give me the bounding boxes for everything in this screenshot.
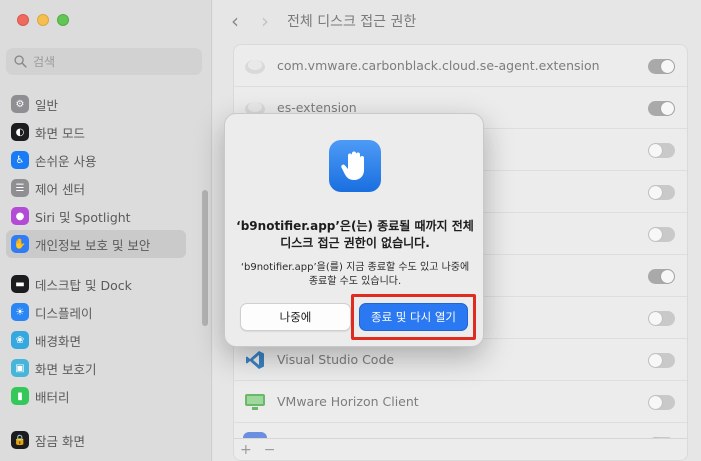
sidebar-item[interactable]: ☀ 디스플레이: [6, 298, 186, 326]
sidebar-item[interactable]: ▣ 화면 보호기: [6, 354, 186, 382]
sidebar-item-label: 배경화면: [35, 333, 82, 349]
extension-icon: [243, 54, 267, 78]
dialog-message: ‘b9notifier.app’을(를) 지금 종료할 수도 있고 나중에 종료…: [240, 262, 470, 287]
access-toggle[interactable]: [648, 311, 675, 326]
vmware-horizon-icon: [243, 390, 267, 414]
quit-and-reopen-button[interactable]: 종료 및 다시 열기: [359, 303, 468, 331]
access-toggle[interactable]: [648, 227, 675, 242]
app-name: Visual Studio Code: [277, 352, 395, 367]
sidebar: ⚙ 일반 ◐ 화면 모드 ♿ 손쉬운 사용 ☰ 제어 센터 ● Siri 및 Spotlight ✋…: [0, 0, 212, 461]
search-icon: [14, 55, 27, 68]
search-input[interactable]: [33, 54, 193, 69]
sidebar-item[interactable]: ▬ 데스크탑 및 Dock: [6, 270, 186, 298]
hand-icon: [329, 140, 381, 192]
appearance-icon: ◐: [11, 123, 29, 141]
app-name: com.vmware.carbonblack.cloud.se-agent.ex…: [277, 58, 600, 73]
minimize-button[interactable]: [37, 14, 49, 26]
sidebar-item-label: 손쉬운 사용: [35, 153, 97, 169]
access-toggle[interactable]: [648, 143, 675, 158]
app-name: VMware Horizon Client: [277, 394, 419, 409]
display-icon: ☀: [11, 303, 29, 321]
sidebar-item[interactable]: ☰ 제어 센터: [6, 174, 186, 202]
alert-dialog: ‘b9notifier.app’은(는) 종료될 때까지 전체 디스크 접근 권…: [224, 113, 484, 347]
gear-icon: ⚙: [11, 95, 29, 113]
page-title: 전체 디스크 접근 권한: [287, 14, 417, 30]
sidebar-item[interactable]: ▮ 배터리: [6, 382, 186, 410]
lock-icon: 🔒: [11, 431, 29, 449]
siri-icon: ●: [11, 207, 29, 225]
sidebar-item[interactable]: ♿ 손쉬운 사용: [6, 146, 186, 174]
sidebar-item-label: Siri 및 Spotlight: [35, 209, 131, 225]
sidebar-item[interactable]: ✋ 개인정보 보호 및 보안: [6, 230, 186, 258]
sidebar-item-label: 화면 모드: [35, 125, 85, 141]
sidebar-item-label: 디스플레이: [35, 305, 93, 321]
sidebar-item-label: 잠금 화면: [35, 433, 85, 449]
sidebar-item-label: 화면 보호기: [35, 361, 97, 377]
zoom-button[interactable]: [57, 14, 69, 26]
list-item[interactable]: VMware Horizon Client: [234, 381, 687, 423]
dialog-title: ‘b9notifier.app’은(는) 종료될 때까지 전체 디스크 접근 권…: [236, 219, 474, 250]
window-controls: [17, 14, 69, 26]
sidebar-item[interactable]: ❀ 배경화면: [6, 326, 186, 354]
sidebar-item-label: 개인정보 보호 및 보안: [35, 237, 151, 253]
accessibility-icon: ♿: [11, 151, 29, 169]
access-toggle[interactable]: [648, 269, 675, 284]
forward-button[interactable]: ›: [261, 11, 269, 31]
sidebar-item[interactable]: 🔒 잠금 화면: [6, 426, 186, 454]
access-toggle[interactable]: [648, 185, 675, 200]
battery-icon: ▮: [11, 387, 29, 405]
access-toggle[interactable]: [648, 353, 675, 368]
access-toggle[interactable]: [648, 59, 675, 74]
sidebar-item-label: 데스크탑 및 Dock: [35, 277, 132, 293]
sidebar-item[interactable]: ⚙ 일반: [6, 90, 186, 118]
dock-icon: ▬: [11, 275, 29, 293]
remove-button[interactable]: −: [264, 442, 276, 458]
control-center-icon: ☰: [11, 179, 29, 197]
access-toggle[interactable]: [648, 395, 675, 410]
search-field[interactable]: [6, 48, 202, 75]
add-button[interactable]: +: [240, 442, 252, 458]
sidebar-item-label: 제어 센터: [35, 181, 85, 197]
screensaver-icon: ▣: [11, 359, 29, 377]
list-footer: + −: [234, 438, 687, 460]
toolbar: ‹ › 전체 디스크 접근 권한: [213, 0, 701, 42]
wallpaper-icon: ❀: [11, 331, 29, 349]
vscode-icon: [243, 348, 267, 372]
sidebar-item[interactable]: ◐ 화면 모드: [6, 118, 186, 146]
sidebar-item-label: 일반: [35, 97, 59, 113]
later-button[interactable]: 나중에: [240, 303, 351, 331]
sidebar-item-label: 배터리: [35, 389, 70, 405]
sidebar-item[interactable]: ● Siri 및 Spotlight: [6, 202, 186, 230]
list-item[interactable]: com.vmware.carbonblack.cloud.se-agent.ex…: [234, 45, 687, 87]
back-button[interactable]: ‹: [231, 11, 239, 31]
sidebar-scrollbar[interactable]: [202, 190, 208, 326]
access-toggle[interactable]: [648, 101, 675, 116]
hand-icon: ✋: [11, 235, 29, 253]
close-button[interactable]: [17, 14, 29, 26]
